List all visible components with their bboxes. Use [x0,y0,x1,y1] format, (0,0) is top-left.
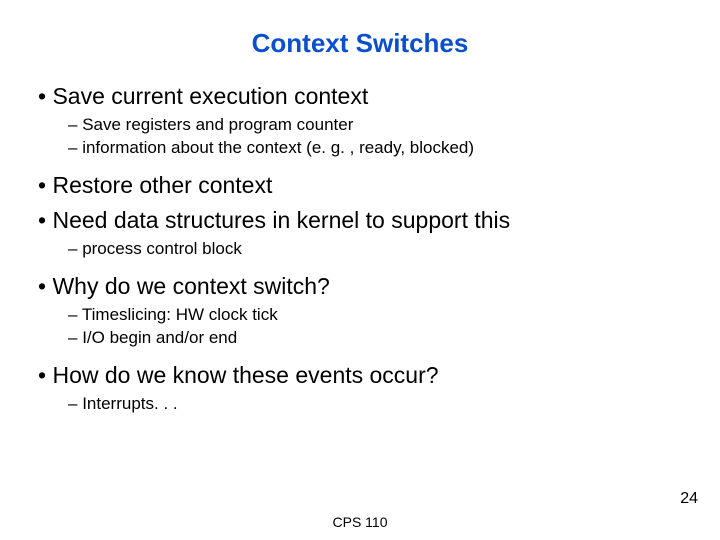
sub-list: Interrupts. . . [38,393,690,416]
page-number: 24 [680,490,698,508]
bullet-level2: Save registers and program counter [68,114,690,137]
slide-title: Context Switches [30,28,690,59]
bullet-level1: Need data structures in kernel to suppor… [38,205,690,236]
bullet-level2: information about the context (e. g. , r… [68,137,690,160]
bullet-level2: I/O begin and/or end [68,327,690,350]
bullet-level2: Interrupts. . . [68,393,690,416]
bullet-level2: process control block [68,238,690,261]
sub-list: Timeslicing: HW clock tick I/O begin and… [38,304,690,350]
sub-list: Save registers and program counter infor… [38,114,690,160]
bullet-level1: Why do we context switch? [38,271,690,302]
slide: Context Switches Save current execution … [0,0,720,540]
bullet-level1: How do we know these events occur? [38,360,690,391]
bullet-level1: Save current execution context [38,81,690,112]
bullet-level1: Restore other context [38,170,690,201]
bullet-list: Save current execution context Save regi… [30,81,690,416]
bullet-level2: Timeslicing: HW clock tick [68,304,690,327]
footer-label: CPS 110 [0,514,720,530]
sub-list: process control block [38,238,690,261]
